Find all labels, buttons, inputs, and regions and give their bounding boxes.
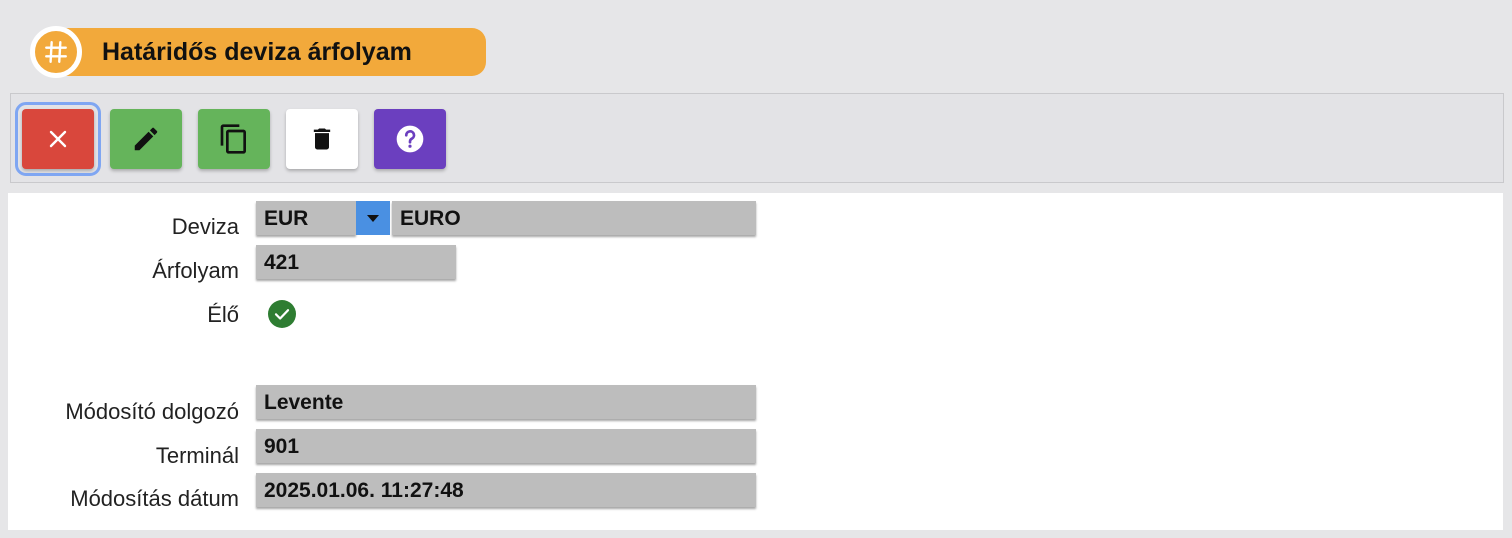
- page-title-badge: Határidős deviza árfolyam: [30, 26, 486, 80]
- deviza-dropdown-button[interactable]: [356, 201, 390, 235]
- terminal-label: Terminál: [155, 443, 239, 468]
- close-button[interactable]: [15, 102, 101, 176]
- arfolyam-input[interactable]: 421: [256, 245, 456, 279]
- trash-icon: [313, 128, 331, 150]
- check-circle-icon[interactable]: [268, 300, 296, 328]
- hashtag-icon: [30, 26, 82, 78]
- chevron-down-icon: [367, 215, 379, 222]
- delete-button[interactable]: [286, 109, 358, 169]
- arfolyam-label: Árfolyam: [152, 258, 239, 283]
- edit-button[interactable]: [110, 109, 182, 169]
- datum-label: Módosítás dátum: [70, 486, 239, 511]
- deviza-label: Deviza: [171, 214, 239, 239]
- pencil-icon: [134, 127, 158, 151]
- help-icon: [396, 125, 424, 153]
- form-panel: Deviza EUR EURO Árfolyam 421 Élő Módosít…: [8, 193, 1503, 530]
- close-icon: [49, 130, 67, 148]
- copy-icon: [220, 124, 246, 154]
- deviza-name-field: EURO: [392, 201, 756, 235]
- help-button[interactable]: [374, 109, 446, 169]
- elo-label: Élő: [207, 302, 239, 327]
- page-title: Határidős deviza árfolyam: [102, 38, 412, 66]
- datum-field: 2025.01.06. 11:27:48: [256, 473, 756, 507]
- modosito-label: Módosító dolgozó: [65, 399, 239, 424]
- toolbar: [10, 93, 1504, 183]
- terminal-field: 901: [256, 429, 756, 463]
- copy-button[interactable]: [198, 109, 270, 169]
- deviza-code-field[interactable]: EUR: [256, 201, 356, 235]
- modosito-field: Levente: [256, 385, 756, 419]
